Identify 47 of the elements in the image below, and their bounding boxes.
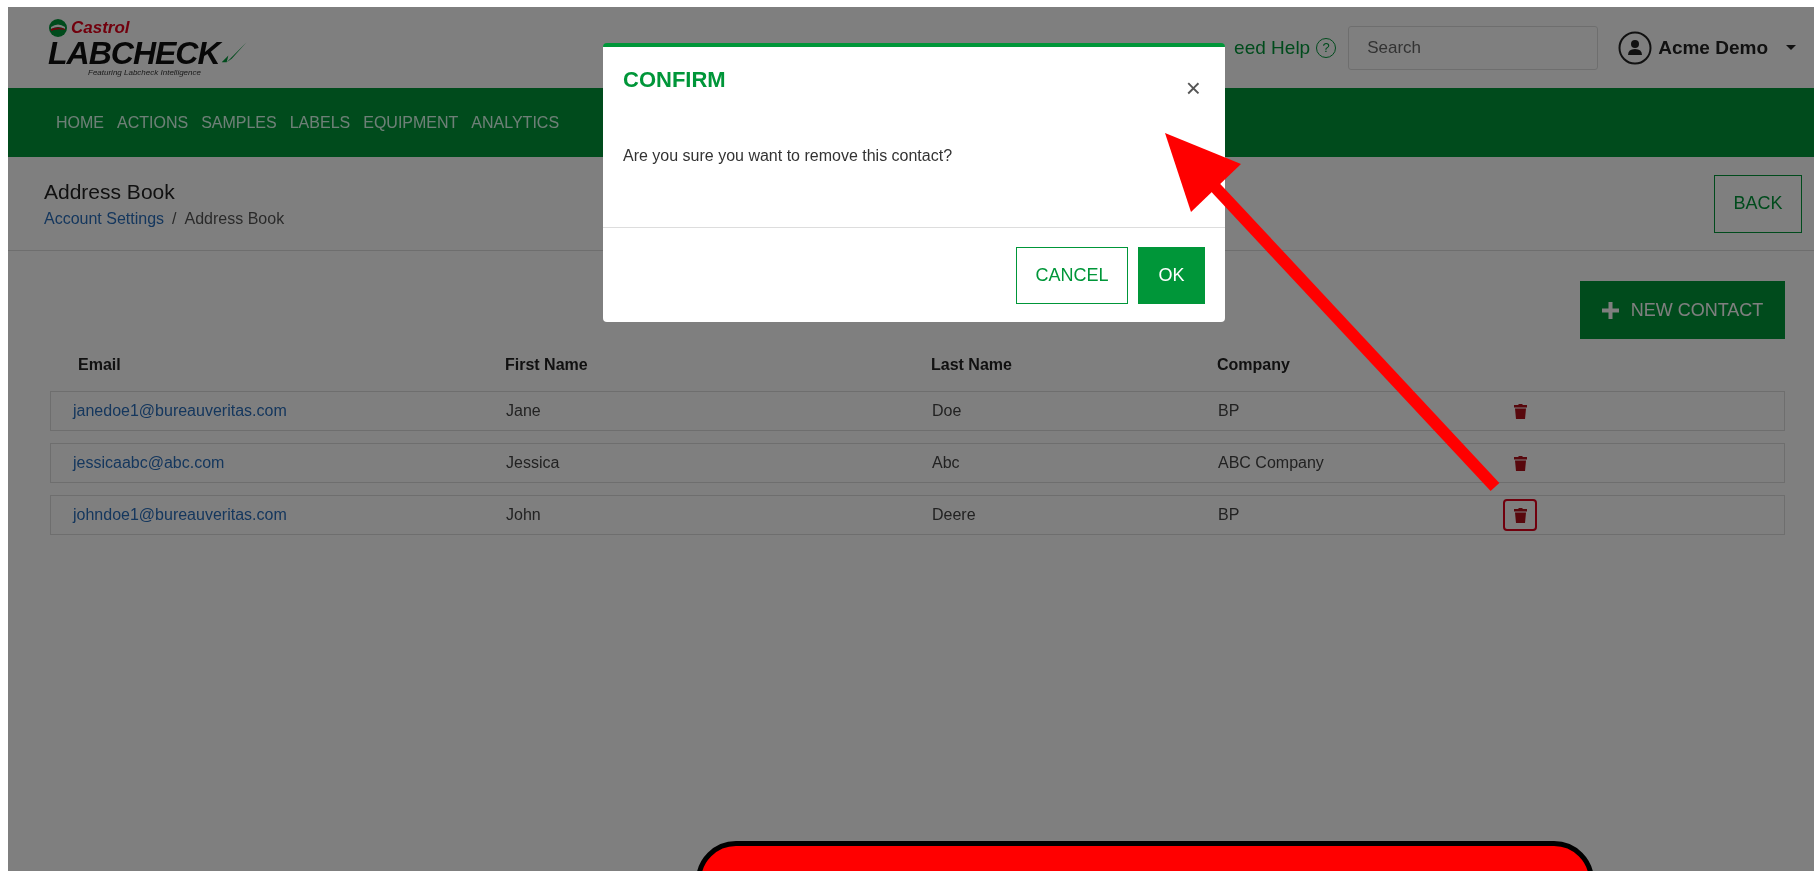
- nav-item[interactable]: SAMPLES: [201, 113, 277, 132]
- column-header: Email: [78, 356, 122, 374]
- table-cell-text: Doe: [932, 402, 963, 420]
- breadcrumb-separator: /: [172, 209, 177, 228]
- table-cell-text: John: [506, 506, 542, 524]
- brand-name: Castrol: [71, 18, 130, 38]
- search-field[interactable]: Search: [1348, 25, 1599, 70]
- email-link[interactable]: johndoe1@bureauveritas.com: [73, 506, 506, 524]
- table-cell-text: Deere: [932, 506, 977, 524]
- avatar-icon: [1618, 30, 1653, 65]
- user-menu[interactable]: Acme Demo: [1618, 30, 1796, 65]
- table-cell-text: Jessica: [506, 454, 561, 472]
- product-name: LABCHECK: [48, 38, 220, 68]
- help-link[interactable]: eed Help ?: [1234, 36, 1337, 59]
- nav-item[interactable]: ANALYTICS: [471, 113, 560, 132]
- table-cell-text: ABC Company: [1218, 454, 1325, 472]
- table-cell-text: Jane: [506, 402, 542, 420]
- close-button[interactable]: ×: [1185, 73, 1201, 101]
- email-link[interactable]: jessicaabc@abc.com: [73, 454, 506, 472]
- nav-item[interactable]: HOME: [56, 113, 104, 132]
- plus-icon: [1601, 301, 1619, 319]
- ok-button[interactable]: OK: [1138, 246, 1205, 304]
- breadcrumb-link[interactable]: Account Settings: [44, 209, 165, 228]
- dialog-title: CONFIRM: [623, 67, 726, 94]
- breadcrumb-current: Address Book: [184, 209, 285, 228]
- table-cell-text: Abc: [932, 454, 961, 472]
- page-title: Address Book: [44, 179, 176, 204]
- nav-item[interactable]: LABELS: [289, 113, 351, 132]
- user-name: Acme Demo: [1658, 36, 1768, 59]
- back-button[interactable]: BACK: [1714, 174, 1802, 233]
- nav-item[interactable]: ACTIONS: [117, 113, 189, 132]
- table-cell-text: BP: [1218, 506, 1241, 524]
- column-header: First Name: [505, 356, 589, 374]
- trash-icon[interactable]: [1513, 455, 1527, 471]
- new-contact-button[interactable]: NEW CONTACT: [1580, 281, 1785, 339]
- trash-icon[interactable]: [1513, 403, 1527, 419]
- brand-icon: [48, 18, 68, 38]
- tagline: Featuring Labcheck Intelligence: [87, 68, 202, 77]
- caret-icon: [1786, 45, 1796, 50]
- trash-icon[interactable]: [1513, 507, 1527, 523]
- email-link[interactable]: janedoe1@bureauveritas.com: [73, 402, 506, 420]
- dialog-message: Are you sure you want to remove this contact?: [622, 147, 954, 166]
- table-cell-text: BP: [1218, 402, 1241, 420]
- column-header: Company: [1217, 356, 1291, 374]
- cancel-button[interactable]: CANCEL: [1016, 246, 1128, 304]
- column-header: Last Name: [931, 356, 1013, 374]
- nav-item[interactable]: EQUIPMENT: [363, 113, 459, 132]
